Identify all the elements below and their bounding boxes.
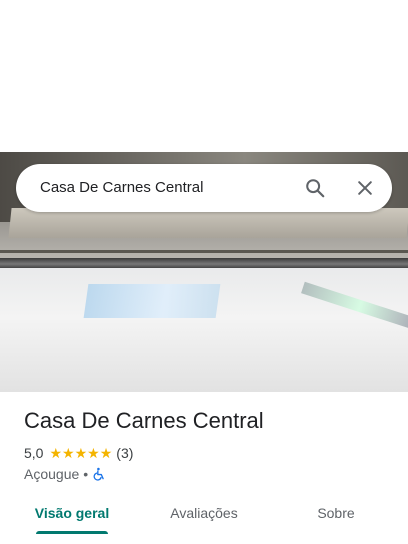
tab-overview[interactable]: Visão geral <box>24 496 120 534</box>
blank-top-area <box>0 0 408 152</box>
star-icon: ★ <box>74 445 88 461</box>
place-tabs: Visão geral Avaliações Sobre <box>0 496 408 544</box>
search-icon[interactable] <box>301 174 329 202</box>
active-tab-indicator <box>36 531 108 534</box>
rating-row[interactable]: 5,0 ★ ★ ★ ★ ★ (3) <box>24 444 133 462</box>
tab-reviews[interactable]: Avaliações <box>152 496 256 534</box>
wheelchair-accessible-icon <box>92 467 106 481</box>
review-count[interactable]: (3) <box>116 445 133 461</box>
rating-value: 5,0 <box>24 445 44 461</box>
search-bar[interactable]: Casa De Carnes Central <box>16 164 392 212</box>
search-input[interactable]: Casa De Carnes Central <box>40 164 203 212</box>
star-icon: ★ <box>62 445 75 461</box>
tab-about[interactable]: Sobre <box>300 496 372 534</box>
separator: • <box>83 466 89 482</box>
close-icon[interactable] <box>351 174 379 202</box>
star-icon: ★ <box>99 445 113 461</box>
place-title: Casa De Carnes Central <box>24 408 264 433</box>
star-icon: ★ <box>49 445 63 461</box>
star-icon: ★ <box>87 445 100 461</box>
rating-stars: ★ ★ ★ ★ ★ <box>49 446 112 460</box>
category-label: Açougue <box>24 466 80 482</box>
category-row: Açougue • <box>24 465 106 483</box>
